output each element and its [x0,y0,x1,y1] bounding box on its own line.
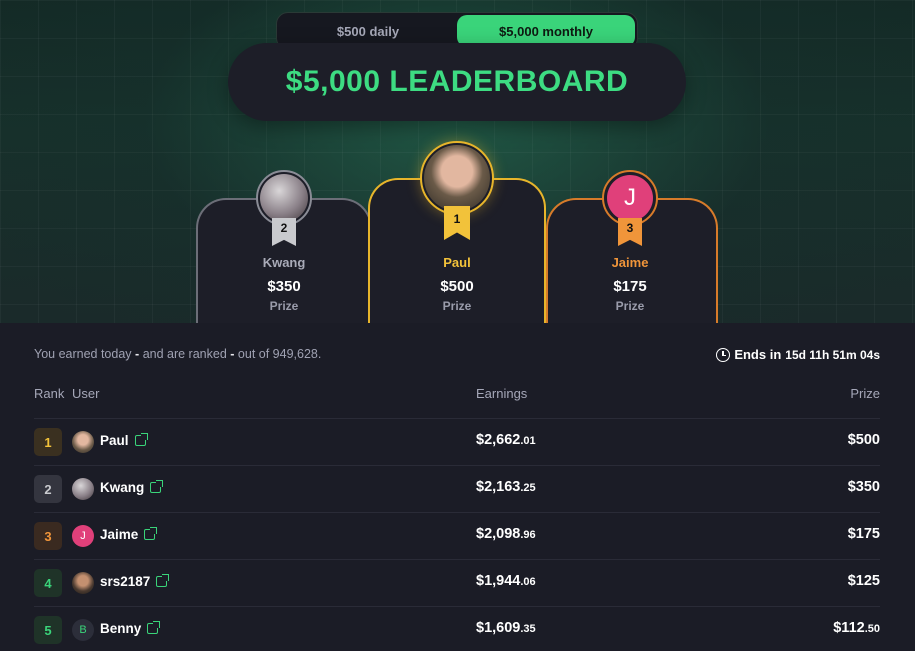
earnings-main: $2,098 [476,526,521,542]
podium-name-second: Kwang [262,255,306,270]
podium-prize-label-second: Prize [269,299,299,313]
info-text-2: and are ranked [142,347,227,361]
table-row: 2 Kwang $2,163.25 $350 [34,465,880,511]
earnings-cents: .35 [520,623,536,635]
earnings-value: $1,609.35 [476,620,536,636]
podium-prize-third: $175 [613,278,647,295]
rank-badge: 4 [34,569,62,597]
rank-badge: 2 [34,475,62,503]
user-name-text[interactable]: Jaime [100,527,138,542]
table-header: Rank User Earnings Prize [34,386,880,402]
table-row: 4 srs2187 $1,944.06 $125 [34,559,880,605]
earnings-cents: .01 [520,435,536,447]
info-text-3: out of 949,628. [237,347,322,361]
table-row: 5 B Benny $1,609.35 $112.50 [34,606,880,651]
earnings-value: $2,098.96 [476,526,536,542]
earnings-cents: .96 [520,529,536,541]
col-earnings: Earnings [476,386,528,401]
external-link-icon[interactable] [144,527,158,540]
earnings-main: $1,609 [476,620,521,636]
countdown-time: 15d 11h 51m 04s [785,347,880,362]
external-link-icon[interactable] [147,621,161,634]
avatar-second[interactable] [256,170,312,226]
leaderboard-title: $5,000 LEADERBOARD [228,43,686,121]
avatar[interactable]: J [72,525,94,547]
rank-badge: 5 [34,616,62,644]
prize-value: $112.50 [833,620,880,636]
podium-name-third: Jaime [611,255,649,270]
earnings-value: $1,944.06 [476,573,536,589]
countdown: Ends in 15d 11h 51m 04s [716,347,880,362]
podium-prize-label-third: Prize [615,299,645,313]
earnings-cents: .25 [520,482,536,494]
user-name[interactable]: srs2187 [100,574,170,589]
user-name-text[interactable]: Benny [100,621,141,636]
podium-prize-label-first: Prize [442,299,472,313]
earnings-value: $2,163.25 [476,479,536,495]
external-link-icon[interactable] [134,433,148,446]
col-user: User [72,386,100,401]
prize-value: $350 [848,479,880,495]
earnings-main: $1,944 [476,573,521,589]
podium-prize-second: $350 [267,278,301,295]
avatar-first[interactable] [420,141,494,215]
podium-prize-first: $500 [440,278,474,295]
info-rank-value: - [230,347,235,361]
user-name[interactable]: Paul [100,433,148,448]
countdown-label: Ends in [734,347,782,362]
user-name-text[interactable]: Kwang [100,480,144,495]
rank-badge: 1 [34,428,62,456]
prize-main: $125 [847,573,880,589]
rank-badge: 3 [34,522,62,550]
avatar[interactable] [72,431,94,453]
prize-main: $175 [847,526,880,542]
clock-icon [716,347,731,362]
avatar[interactable] [72,478,94,500]
avatar[interactable]: B [72,619,94,641]
prize-value: $500 [848,432,880,448]
user-name[interactable]: Kwang [100,480,164,495]
user-rank-info: You earned today - and are ranked - out … [34,347,321,361]
user-name[interactable]: Jaime [100,527,158,542]
info-text-1: You earned today [34,347,132,361]
external-link-icon[interactable] [156,574,170,587]
prize-main: $112 [833,620,865,636]
user-name[interactable]: Benny [100,621,161,636]
earnings-cents: .06 [520,576,536,588]
prize-value: $125 [848,573,880,589]
prize-main: $350 [847,479,880,495]
prize-cents: .50 [864,623,880,635]
prize-main: $500 [847,432,880,448]
avatar-letter: J [607,175,653,221]
prize-value: $175 [848,526,880,542]
avatar[interactable] [72,572,94,594]
table-row: 3 J Jaime $2,098.96 $175 [34,512,880,558]
col-prize: Prize [850,386,880,401]
info-earned-value: - [135,347,140,361]
external-link-icon[interactable] [150,480,164,493]
earnings-main: $2,163 [476,479,521,495]
table-row: 1 Paul $2,662.01 $500 [34,418,880,464]
page-title: $5,000 LEADERBOARD [285,65,629,98]
podium-name-first: Paul [443,255,471,270]
user-name-text[interactable]: srs2187 [100,574,150,589]
earnings-main: $2,662 [476,432,521,448]
user-name-text[interactable]: Paul [100,433,129,448]
col-rank: Rank [34,386,65,401]
earnings-value: $2,662.01 [476,432,536,448]
avatar-third[interactable]: J [602,170,658,226]
